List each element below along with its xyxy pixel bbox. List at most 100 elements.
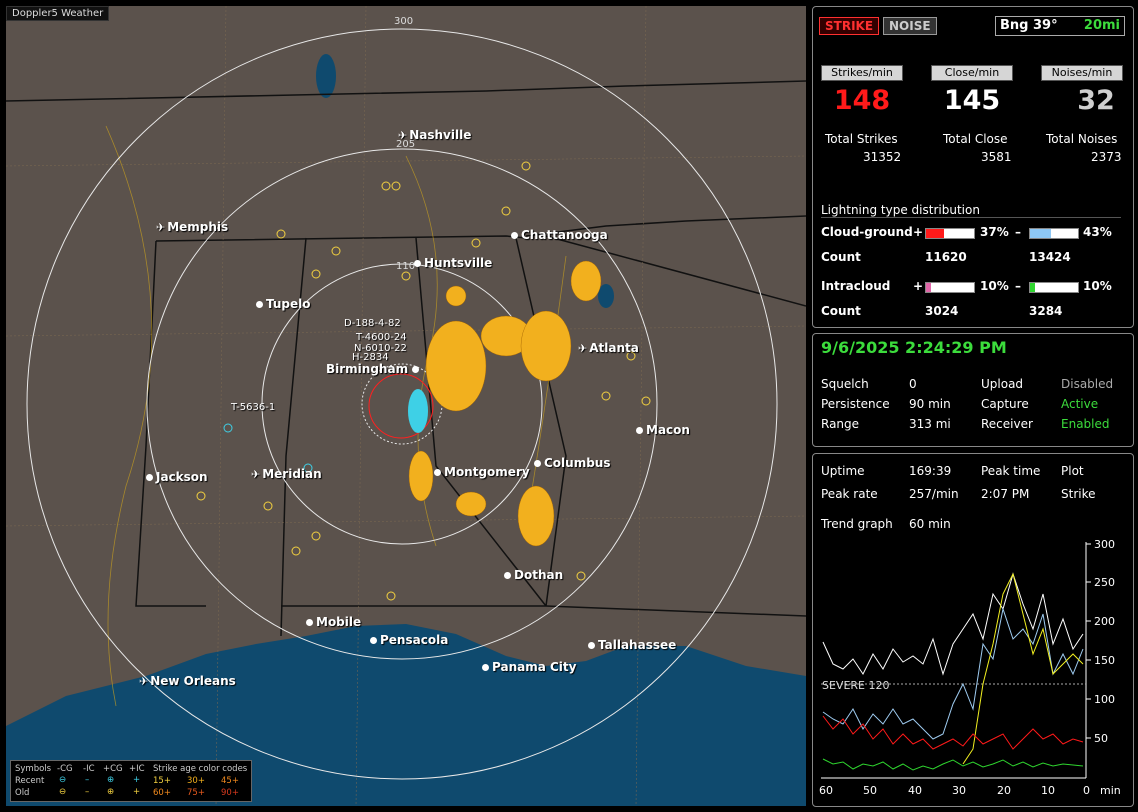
plot-label: Plot [1061, 464, 1084, 478]
city-panama-city[interactable]: Panama City [482, 660, 576, 674]
city-nashville[interactable]: ✈ Nashville [398, 128, 471, 142]
neg-cg-icon: ⊖ [59, 775, 67, 785]
cg-neg-bar [1029, 228, 1079, 239]
pos-cg-icon: ⊕ [107, 787, 115, 797]
city-dot-icon [588, 642, 595, 649]
counters-panel: STRIKE NOISE Bng 39° 20mi Strikes/min Cl… [812, 6, 1134, 328]
ic-rate-line [822, 758, 1084, 771]
status-panel: 9/6/2025 2:24:29 PM Squelch 0 Upload Dis… [812, 333, 1134, 447]
count-label: Count [821, 250, 861, 264]
lightning-map[interactable]: Doppler5 Weather 300 205 110 ✈ Nashville … [6, 6, 806, 806]
city-huntsville[interactable]: Huntsville [414, 256, 492, 270]
y-tick: 50 [1094, 732, 1108, 745]
airport-icon: ✈ [578, 342, 588, 355]
x-tick: 40 [908, 784, 922, 797]
city-dot-icon [636, 427, 643, 434]
persistence-label: Persistence [821, 397, 890, 411]
ic-neg-count: 3284 [1029, 304, 1063, 318]
cg-neg-fill [1030, 229, 1051, 238]
city-dothan[interactable]: Dothan [504, 568, 563, 582]
total-noises-label: Total Noises [1046, 132, 1118, 146]
y-tick: 250 [1094, 576, 1115, 589]
ring-label: 110 [396, 261, 416, 272]
close-rate-line [822, 607, 1084, 740]
city-meridian[interactable]: ✈ Meridian [251, 467, 322, 481]
trend-panel: Uptime 169:39 Peak time Plot Peak rate 2… [812, 453, 1134, 807]
city-dot-icon [434, 469, 441, 476]
noises-min-button[interactable]: Noises/min [1041, 65, 1123, 81]
airport-icon: ✈ [156, 221, 166, 234]
trend-graph-value[interactable]: 60 min [909, 517, 951, 531]
pos-cg-icon: ⊕ [107, 775, 115, 785]
pos-ic-icon: + [133, 775, 141, 785]
city-memphis[interactable]: ✈ Memphis [156, 220, 228, 234]
strike-tab[interactable]: STRIKE [819, 17, 880, 35]
pos-ic-icon: + [133, 787, 141, 797]
city-atlanta[interactable]: ✈ Atlanta [578, 341, 639, 355]
city-birmingham[interactable]: Birmingham [326, 362, 422, 376]
airport-icon: ✈ [139, 675, 149, 688]
city-macon[interactable]: Macon [636, 423, 690, 437]
close-per-min: 145 [943, 85, 1001, 116]
plot-value[interactable]: Strike [1061, 487, 1096, 501]
y-tick: 200 [1094, 615, 1115, 628]
airport-icon: ✈ [251, 468, 261, 481]
city-tallahassee[interactable]: Tallahassee [588, 638, 676, 652]
capture-value: Active [1061, 397, 1099, 411]
x-tick: 30 [952, 784, 966, 797]
ic-pos-count: 3024 [925, 304, 959, 318]
city-dot-icon [412, 366, 420, 373]
peak-rate-value: 257/min [909, 487, 959, 501]
cg-pos-bar [925, 228, 975, 239]
city-columbus[interactable]: Columbus [534, 456, 611, 470]
ring-label: 300 [394, 16, 414, 27]
city-tupelo[interactable]: Tupelo [256, 297, 311, 311]
noises-per-min: 32 [1077, 85, 1115, 116]
ic-neg-pct: 10% [1083, 279, 1112, 293]
receiver-value: Enabled [1061, 417, 1110, 431]
city-pensacola[interactable]: Pensacola [370, 633, 448, 647]
upload-value: Disabled [1061, 377, 1114, 391]
storm-annotation: T-5636-1 [231, 402, 276, 413]
city-new-orleans[interactable]: ✈ New Orleans [139, 674, 236, 688]
severe-label: SEVERE 120 [822, 679, 890, 692]
peak-time-value: 2:07 PM [981, 487, 1030, 501]
bearing-display[interactable]: Bng 39° 20mi [995, 16, 1125, 36]
uptime-label: Uptime [821, 464, 865, 478]
datetime: 9/6/2025 2:24:29 PM [821, 338, 1007, 357]
city-mobile[interactable]: Mobile [306, 615, 361, 629]
total-strikes-label: Total Strikes [825, 132, 898, 146]
city-dot-icon [146, 474, 153, 481]
strikes-min-button[interactable]: Strikes/min [821, 65, 903, 81]
storm-annotation: D-188-4-82 [344, 318, 401, 329]
cg-pos-count: 11620 [925, 250, 967, 264]
count-label: Count [821, 304, 861, 318]
window-title: Doppler5 Weather [6, 6, 110, 21]
close-min-button[interactable]: Close/min [931, 65, 1013, 81]
y-tick: 150 [1094, 654, 1115, 667]
noise-rate-line [822, 715, 1084, 750]
trend-graph-label: Trend graph [821, 517, 893, 531]
trend-graph: SEVERE 120 300 250 200 150 100 50 60 50 … [819, 538, 1121, 797]
city-chattanooga[interactable]: Chattanooga [511, 228, 608, 242]
noise-tab[interactable]: NOISE [883, 17, 937, 35]
uptime-value: 169:39 [909, 464, 952, 478]
upload-label: Upload [981, 377, 1024, 391]
storm-annotation: T-4600-24 [356, 332, 407, 343]
x-tick: 0 [1083, 784, 1090, 797]
strike-clusters [408, 260, 602, 547]
range-value: 313 mi [909, 417, 951, 431]
ic-neg-fill [1030, 283, 1035, 292]
city-jackson[interactable]: Jackson [146, 470, 208, 484]
strikes-per-min: 148 [833, 85, 891, 116]
total-close: 3581 [981, 150, 1012, 164]
city-dot-icon [482, 664, 489, 671]
plus-icon: + [913, 279, 924, 293]
y-tick: 300 [1094, 538, 1115, 551]
cg-label: Cloud-ground [821, 225, 913, 239]
strike-rate-line [822, 572, 1084, 676]
city-dot-icon [256, 301, 263, 308]
city-montgomery[interactable]: Montgomery [434, 465, 530, 479]
receiver-label: Receiver [981, 417, 1033, 431]
total-close-label: Total Close [943, 132, 1008, 146]
